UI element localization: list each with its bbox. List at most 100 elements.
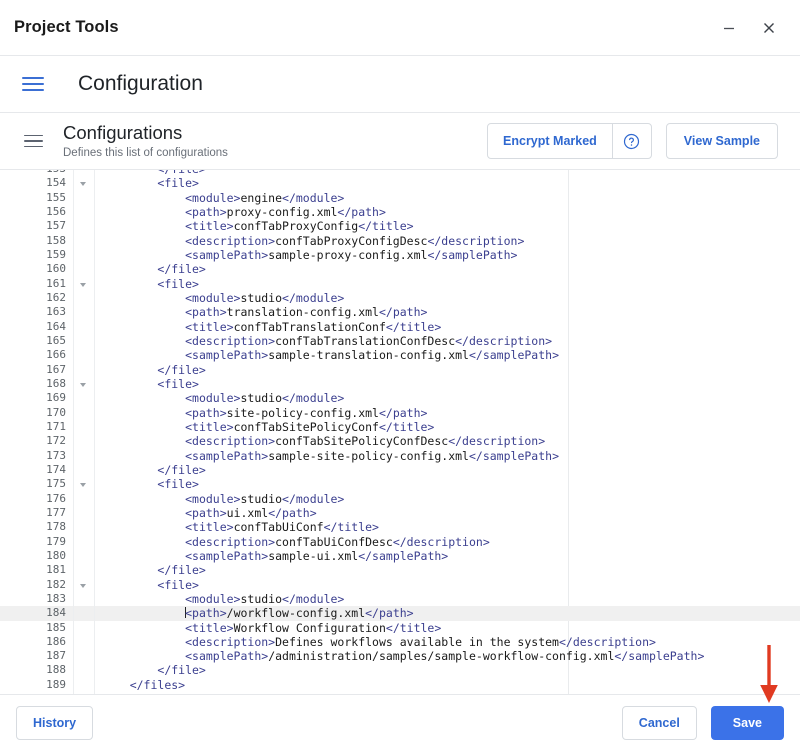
code-line[interactable]: 190 </config>	[0, 692, 800, 694]
fold-gutter	[73, 319, 95, 334]
minimize-icon[interactable]	[712, 11, 746, 45]
fold-toggle-icon[interactable]	[73, 176, 95, 191]
code-line-content: <samplePath>sample-site-policy-config.xm…	[185, 448, 559, 463]
code-line-content: <module>studio</module>	[185, 290, 345, 305]
code-lines-container: 153 </file>154 <file>155 <module>engine<…	[0, 170, 800, 694]
code-line-content: </config>	[95, 692, 800, 694]
code-line[interactable]: 179 <description>confTabUiConfDesc</desc…	[0, 534, 800, 549]
code-line[interactable]: 184 <path>/workflow-config.xml</path>	[0, 606, 800, 621]
fold-gutter	[73, 505, 95, 521]
line-number: 177	[46, 505, 66, 519]
fold-gutter	[73, 634, 95, 650]
line-number: 174	[46, 462, 66, 476]
line-number: 186	[46, 634, 66, 648]
code-line[interactable]: 163 <path>translation-config.xml</path>	[0, 305, 800, 320]
code-line[interactable]: 154 <file>	[0, 176, 800, 191]
code-line[interactable]: 157 <title>confTabProxyConfig</title>	[0, 219, 800, 234]
code-line-content: <description>Defines workflows available…	[185, 634, 656, 649]
code-line-content: <title>confTabProxyConfig</title>	[185, 219, 414, 234]
line-number: 176	[46, 491, 66, 505]
code-line-content: </file>	[157, 663, 206, 678]
line-number: 169	[46, 391, 66, 405]
code-line[interactable]: 188 </file>	[0, 663, 800, 678]
code-line[interactable]: 168 <file>	[0, 376, 800, 392]
code-line-content: </files>	[129, 677, 186, 692]
close-icon[interactable]	[752, 11, 786, 45]
code-line[interactable]: 158 <description>confTabProxyConfigDesc<…	[0, 233, 800, 248]
code-line-content: </file>	[157, 462, 206, 477]
fold-toggle-icon[interactable]	[73, 376, 95, 392]
fold-gutter	[73, 305, 95, 320]
code-line[interactable]: 162 <module>studio</module>	[0, 290, 800, 306]
code-line-content: <description>confTabTranslationConfDesc<…	[185, 333, 553, 348]
code-line-content: <path>site-policy-config.xml</path>	[185, 405, 428, 420]
code-line[interactable]: 175 <file>	[0, 477, 800, 492]
code-line[interactable]: 181 </file>	[0, 563, 800, 578]
code-line-content: <samplePath>/administration/samples/samp…	[185, 649, 705, 664]
code-line[interactable]: 180 <samplePath>sample-ui.xml</samplePat…	[0, 548, 800, 564]
line-number: 157	[46, 219, 66, 233]
code-line[interactable]: 167 </file>	[0, 362, 800, 377]
code-line-content: <path>ui.xml</path>	[185, 505, 317, 520]
cancel-button[interactable]: Cancel	[621, 705, 697, 740]
fold-gutter	[73, 649, 95, 664]
fold-toggle-icon[interactable]	[73, 477, 95, 492]
save-button[interactable]: Save	[710, 705, 784, 740]
line-number: 188	[46, 663, 66, 677]
code-line[interactable]: 174 </file>	[0, 462, 800, 478]
line-number: 178	[46, 520, 66, 534]
fold-toggle-icon[interactable]	[73, 276, 95, 291]
code-editor[interactable]: 153 </file>154 <file>155 <module>engine<…	[0, 170, 800, 694]
section-hamburger-menu-icon[interactable]	[24, 130, 46, 152]
code-line[interactable]: 169 <module>studio</module>	[0, 391, 800, 406]
fold-gutter	[73, 391, 95, 406]
line-number: 164	[46, 319, 66, 333]
code-line-content: <module>studio</module>	[185, 591, 345, 606]
window-title: Project Tools	[14, 18, 119, 36]
code-line[interactable]: 164 <title>confTabTranslationConf</title…	[0, 319, 800, 334]
code-line[interactable]: 173 <samplePath>sample-site-policy-confi…	[0, 448, 800, 463]
history-button[interactable]: History	[16, 705, 94, 740]
line-number: 156	[46, 204, 66, 218]
code-line[interactable]: 186 <description>Defines workflows avail…	[0, 634, 800, 650]
code-line[interactable]: 172 <description>confTabSitePolicyConfDe…	[0, 434, 800, 449]
code-line[interactable]: 183 <module>studio</module>	[0, 591, 800, 607]
code-line[interactable]: 171 <title>confTabSitePolicyConf</title>	[0, 419, 800, 435]
code-line-content: <file>	[157, 577, 199, 592]
fold-toggle-icon[interactable]	[73, 577, 95, 592]
view-sample-button[interactable]: View Sample	[665, 123, 778, 159]
app-header: Configuration	[0, 56, 800, 113]
code-line[interactable]: 189 </files>	[0, 677, 800, 693]
code-line[interactable]: 176 <module>studio</module>	[0, 491, 800, 506]
code-line[interactable]: 161 <file>	[0, 276, 800, 291]
code-line[interactable]: 156 <path>proxy-config.xml</path>	[0, 204, 800, 220]
line-number: 165	[46, 333, 66, 347]
code-line[interactable]: 155 <module>engine</module>	[0, 190, 800, 205]
code-line[interactable]: 187 <samplePath>/administration/samples/…	[0, 649, 800, 664]
fold-gutter	[73, 405, 95, 420]
encrypt-marked-button-group: Encrypt Marked	[487, 123, 652, 159]
code-line[interactable]: 166 <samplePath>sample-translation-confi…	[0, 348, 800, 363]
code-line[interactable]: 177 <path>ui.xml</path>	[0, 505, 800, 521]
dialog-footer: History Cancel Save	[0, 694, 800, 750]
fold-gutter	[73, 190, 95, 205]
fold-gutter	[73, 591, 95, 607]
fold-gutter	[73, 448, 95, 463]
code-line[interactable]: 160 </file>	[0, 262, 800, 277]
hamburger-menu-icon[interactable]	[22, 71, 48, 97]
fold-gutter	[73, 563, 95, 578]
code-line[interactable]: 170 <path>site-policy-config.xml</path>	[0, 405, 800, 420]
code-line[interactable]: 185 <title>Workflow Configuration</title…	[0, 620, 800, 635]
line-number: 189	[46, 677, 66, 691]
fold-gutter	[73, 262, 95, 277]
help-circle-icon[interactable]	[613, 124, 651, 158]
code-line[interactable]: 165 <description>confTabTranslationConfD…	[0, 333, 800, 349]
line-number: 162	[46, 290, 66, 304]
fold-gutter	[73, 204, 95, 220]
code-line[interactable]: 159 <samplePath>sample-proxy-config.xml<…	[0, 247, 800, 263]
encrypt-marked-button[interactable]: Encrypt Marked	[488, 124, 612, 158]
code-line[interactable]: 182 <file>	[0, 577, 800, 592]
fold-gutter	[73, 548, 95, 564]
line-number: 190	[0, 692, 73, 694]
code-line[interactable]: 178 <title>confTabUiConf</title>	[0, 520, 800, 535]
